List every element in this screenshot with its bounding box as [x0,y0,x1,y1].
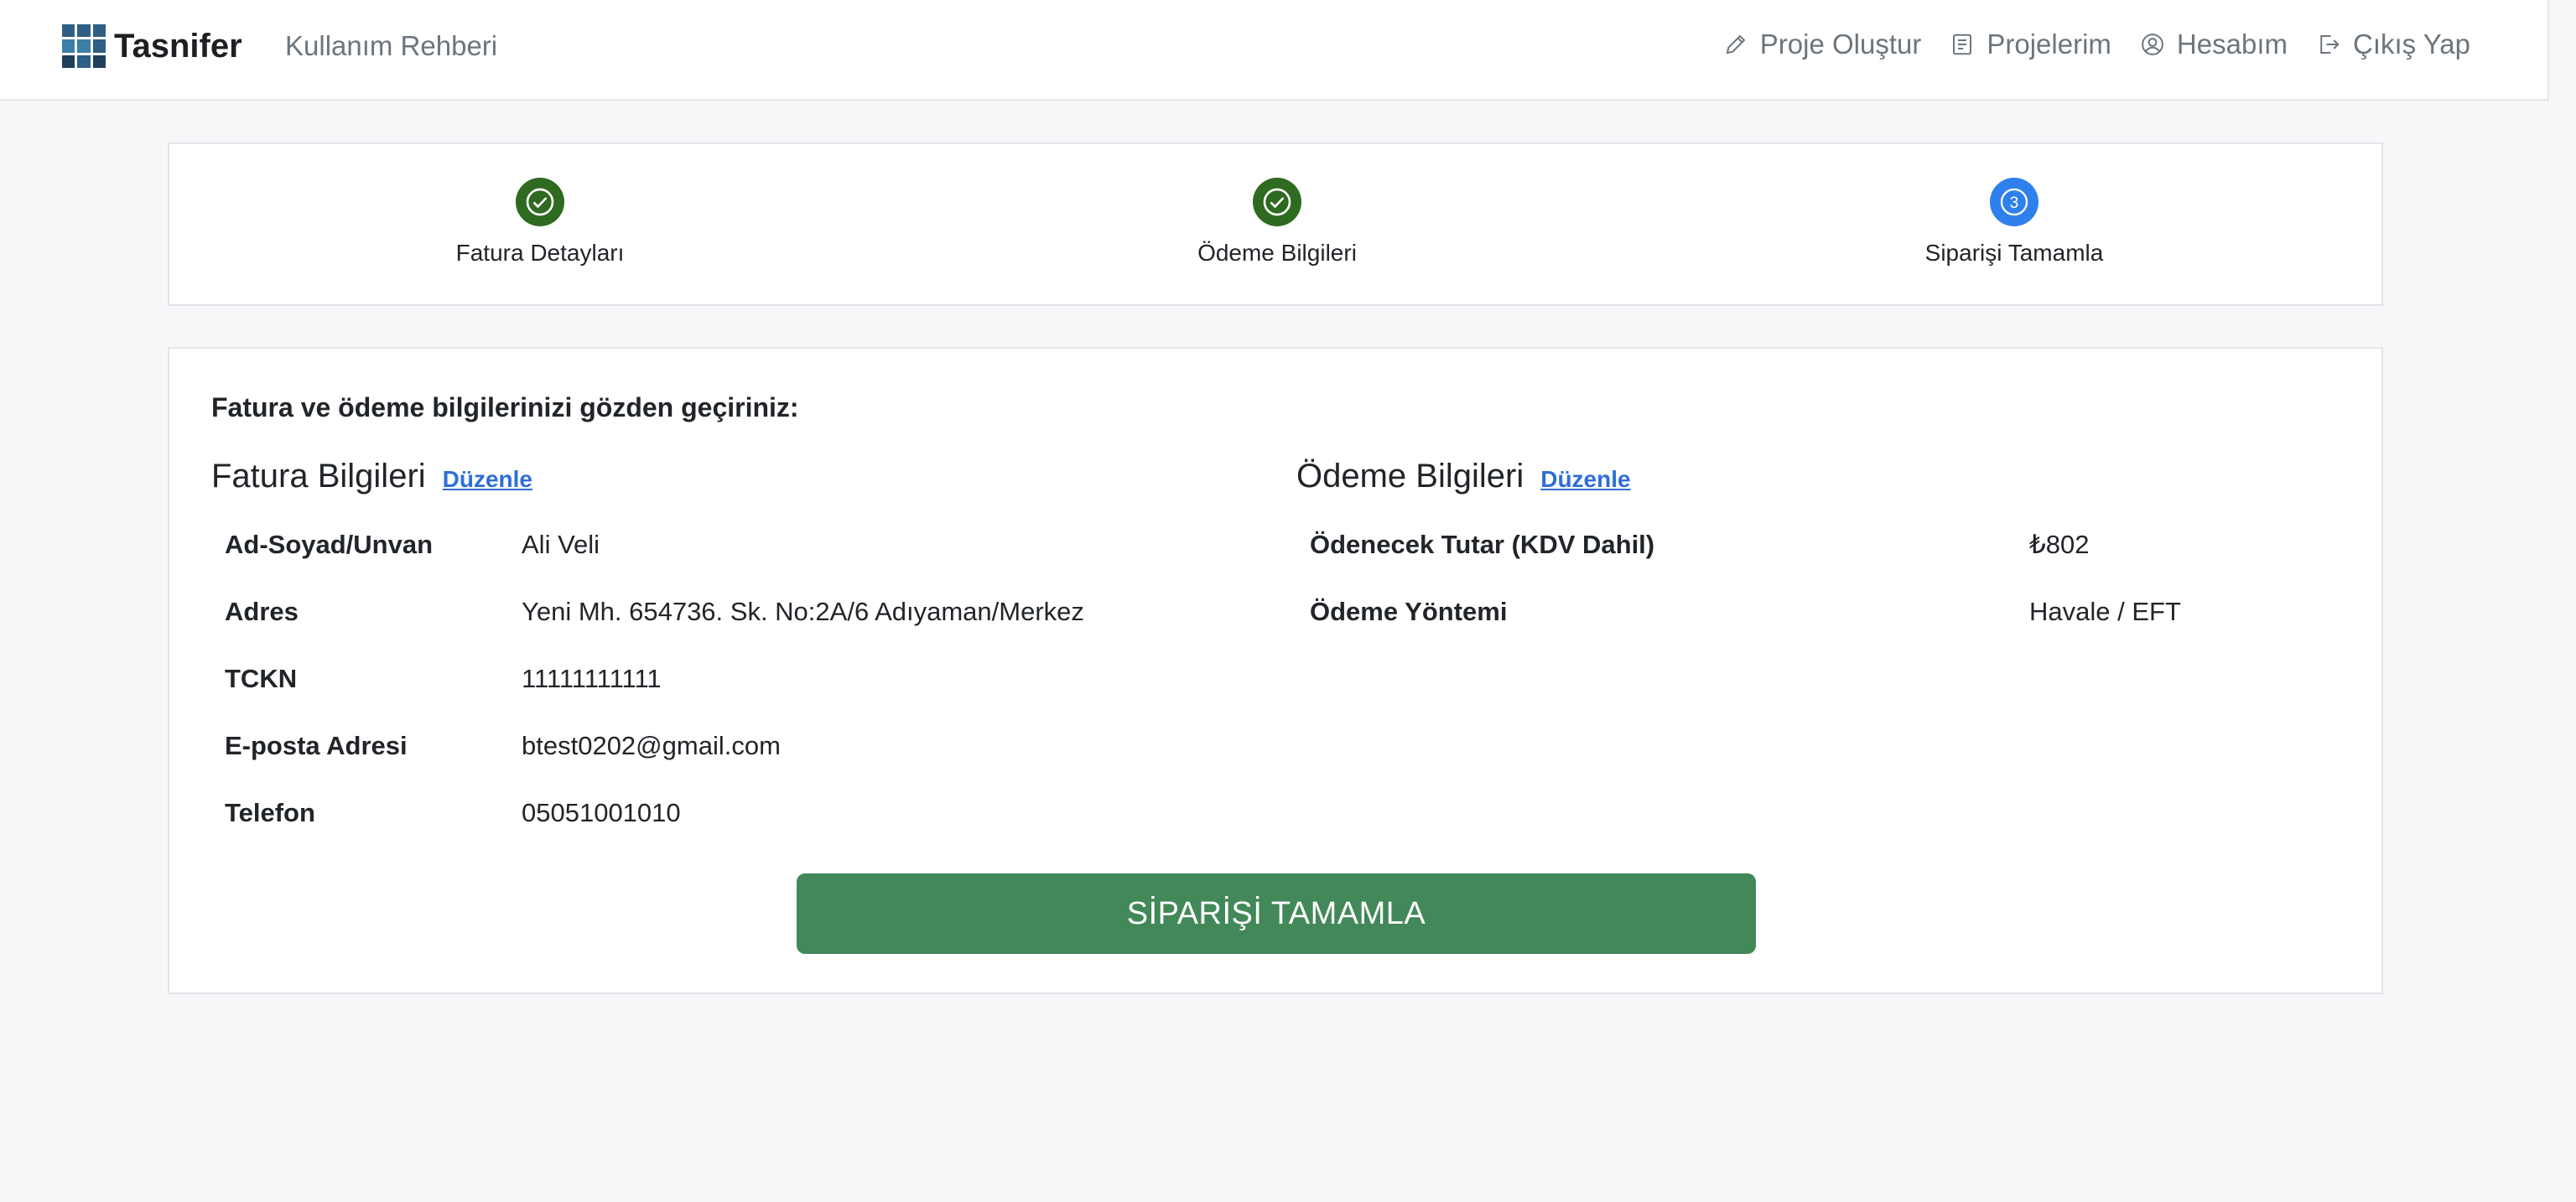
nav-my-projects[interactable]: Projelerim [1950,28,2111,60]
payment-edit-link[interactable]: Düzenle [1540,466,1630,493]
user-circle-icon [2142,34,2163,55]
invoice-title: Fatura Bilgileri [211,458,426,495]
nav-guide-link[interactable]: Kullanım Rehberi [285,30,497,62]
invoice-label: Telefon [225,798,315,827]
order-review-card: Fatura ve ödeme bilgilerinizi gözden geç… [168,347,2383,994]
check-circle-icon [1263,188,1291,216]
payment-label: Ödeme Yöntemi [1310,597,1508,626]
nav-logout[interactable]: Çıkış Yap [2316,28,2470,60]
brand-name: Tasnifer [114,27,242,65]
review-heading: Fatura ve ödeme bilgilerinizi gözden geç… [211,392,799,422]
invoice-label: Ad-Soyad/Unvan [225,530,434,559]
step-active-indicator: 3 [1990,178,2038,226]
invoice-label: Adres [225,597,299,626]
document-icon [1953,34,1972,55]
invoice-section-title: Fatura Bilgileri Düzenle [211,458,532,495]
tasnifer-logo-icon [62,24,106,68]
nav-create-project[interactable]: Proje Oluştur [1723,28,1922,60]
brand[interactable]: Tasnifer [62,23,242,69]
checkout-stepper: Fatura Detayları Ödeme Bilgileri 3 Sipar… [168,142,2383,306]
invoice-label: TCKN [225,664,298,693]
nav-menu: Proje Oluştur Projelerim Hesabım Çıkış Y… [1695,28,2470,60]
payment-value: Havale / EFT [2029,597,2181,626]
check-circle-icon [526,188,554,216]
nav-account[interactable]: Hesabım [2140,28,2288,60]
invoice-value: Yeni Mh. 654736. Sk. No:2A/6 Adıyaman/Me… [522,597,1084,626]
complete-order-button[interactable]: SİPARİŞİ TAMAMLA [797,873,1756,954]
step-invoice-details: Fatura Detayları [330,178,750,267]
number-circle-icon: 3 [2000,188,2028,216]
step-label: Fatura Detayları [455,240,625,266]
invoice-edit-link[interactable]: Düzenle [443,466,532,493]
payment-section-title: Ödeme Bilgileri Düzenle [1296,458,1631,495]
invoice-value: Ali Veli [522,530,600,559]
nav-account-label: Hesabım [2176,28,2288,60]
nav-my-projects-label: Projelerim [1987,28,2111,60]
invoice-value: btest0202@gmail.com [522,731,781,760]
logout-icon [2320,35,2340,54]
step-label: Ödeme Bilgileri [1197,240,1357,266]
invoice-value: 05051001010 [522,798,681,827]
payment-title: Ödeme Bilgileri [1296,458,1524,495]
payment-label: Ödenecek Tutar (KDV Dahil) [1310,530,1655,559]
step-label: Siparişi Tamamla [1924,240,2104,266]
top-navbar: Tasnifer Kullanım Rehberi Proje Oluştur … [0,0,2549,101]
pencil-icon [1726,34,1746,54]
step-done-indicator [516,178,564,226]
payment-value: ₺802 [2029,530,2090,559]
svg-text:3: 3 [2010,194,2019,212]
nav-create-project-label: Proje Oluştur [1759,28,1922,60]
invoice-value: 11111111111 [522,664,662,693]
nav-logout-label: Çıkış Yap [2352,28,2470,60]
step-payment-info: Ödeme Bilgileri [1067,178,1487,267]
step-done-indicator [1253,178,1301,226]
invoice-label: E-posta Adresi [225,731,408,760]
step-complete-order: 3 Siparişi Tamamla [1805,178,2224,267]
